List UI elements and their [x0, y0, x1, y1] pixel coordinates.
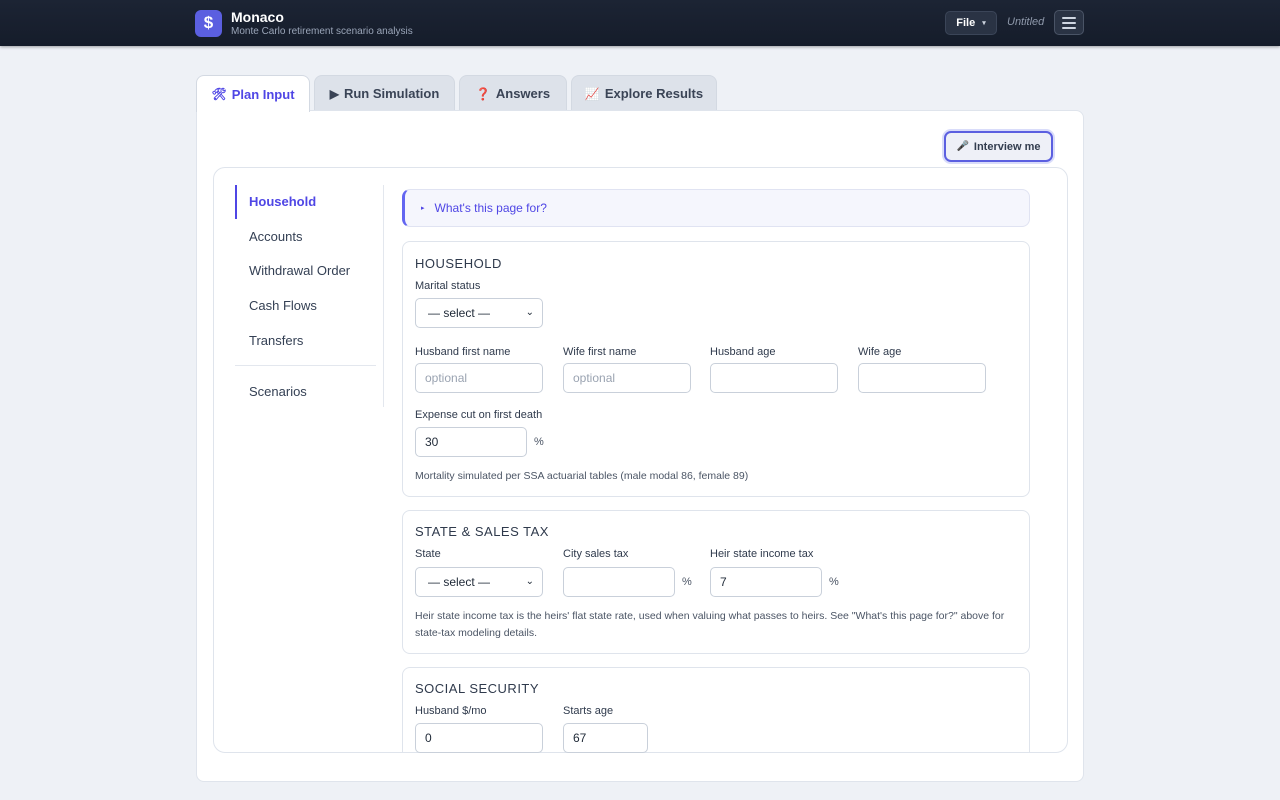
- husband-age-label: Husband age: [710, 346, 776, 358]
- sidenav-item-scenarios[interactable]: Scenarios: [235, 382, 307, 402]
- wife-name-input[interactable]: optional: [563, 363, 691, 393]
- state-sales-tax-section: STATE & SALES TAX State — select — ⌄ Cit…: [402, 510, 1030, 654]
- state-label: State: [415, 548, 441, 560]
- percent-unit: %: [682, 576, 692, 588]
- heir-tax-note-line-2: state-tax modeling details.: [415, 627, 537, 639]
- interview-me-button[interactable]: 🎤 Interview me: [944, 131, 1053, 162]
- husband-name-input[interactable]: optional: [415, 363, 543, 393]
- percent-unit: %: [829, 576, 839, 588]
- tab-run-simulation[interactable]: ▶ Run Simulation: [314, 75, 455, 111]
- hamburger-icon-line: [1062, 16, 1076, 19]
- state-select[interactable]: — select — ⌄: [415, 567, 543, 597]
- city-sales-tax-input[interactable]: [563, 567, 675, 597]
- play-icon: ▶: [329, 86, 339, 101]
- husband-name-label: Husband first name: [415, 346, 511, 358]
- select-value: — select —: [428, 306, 491, 320]
- section-title: STATE & SALES TAX: [415, 524, 549, 539]
- hamburger-icon-line: [1062, 21, 1076, 24]
- dollar-logo-icon: $: [195, 9, 222, 37]
- sidenav-item-cash-flows[interactable]: Cash Flows: [235, 296, 317, 316]
- sidenav-item-withdrawal-order[interactable]: Withdrawal Order: [235, 261, 350, 281]
- microphone-icon: 🎤: [956, 141, 969, 152]
- section-title: HOUSEHOLD: [415, 256, 502, 271]
- section-title: SOCIAL SECURITY: [415, 681, 540, 696]
- interview-label: Interview me: [973, 140, 1041, 153]
- heir-income-tax-label: Heir state income tax: [710, 548, 814, 560]
- tab-label: Explore Results: [604, 86, 704, 101]
- select-value: — select —: [428, 575, 491, 589]
- chevron-down-icon: ⌄: [525, 576, 534, 587]
- wife-age-label: Wife age: [858, 346, 902, 358]
- sidenav-item-household[interactable]: Household: [235, 185, 316, 219]
- heir-tax-note-line-1: Heir state income tax is the heirs' flat…: [415, 610, 1005, 622]
- tab-label: Answers: [495, 86, 551, 101]
- document-name: Untitled: [1007, 16, 1045, 28]
- sidenav-item-transfers[interactable]: Transfers: [235, 331, 303, 351]
- tools-icon: 🛠: [211, 87, 227, 101]
- file-menu-label: File: [956, 17, 976, 29]
- hamburger-menu-button[interactable]: [1054, 10, 1084, 35]
- husband-age-input[interactable]: [710, 363, 838, 393]
- wife-age-input[interactable]: [858, 363, 986, 393]
- percent-unit: %: [534, 436, 544, 448]
- app-name: Monaco: [231, 9, 284, 25]
- page-help-disclosure[interactable]: ▸ What's this page for?: [402, 189, 1030, 227]
- sidenav-item-accounts[interactable]: Accounts: [235, 227, 302, 247]
- sidenav-divider: [383, 185, 384, 407]
- city-sales-tax-label: City sales tax: [563, 548, 629, 560]
- heir-income-tax-input[interactable]: 7: [710, 567, 822, 597]
- husband-ss-input[interactable]: 0: [415, 723, 543, 753]
- help-label: What's this page for?: [434, 201, 547, 215]
- husband-ss-label: Husband $/mo: [415, 705, 487, 717]
- tab-explore-results[interactable]: 📈 Explore Results: [571, 75, 717, 111]
- expense-cut-input[interactable]: 30: [415, 427, 527, 457]
- social-security-section: SOCIAL SECURITY Husband $/mo 0 Starts ag…: [402, 667, 1030, 753]
- starts-age-input[interactable]: 67: [563, 723, 648, 753]
- app-header: $ Monaco Monte Carlo retirement scenario…: [0, 0, 1280, 46]
- household-section: HOUSEHOLD Marital status — select — ⌄ Hu…: [402, 241, 1030, 497]
- question-icon: ❓: [475, 86, 491, 101]
- starts-age-label: Starts age: [563, 705, 614, 717]
- chevron-down-icon: ⌄: [525, 307, 534, 318]
- app-subtitle: Monte Carlo retirement scenario analysis: [231, 26, 413, 37]
- tab-plan-input[interactable]: 🛠 Plan Input: [196, 75, 310, 112]
- mortality-note: Mortality simulated per SSA actuarial ta…: [415, 470, 749, 482]
- caret-down-icon: ▾: [982, 20, 986, 27]
- file-menu-button[interactable]: File ▾: [945, 11, 997, 35]
- expense-cut-label: Expense cut on first death: [415, 409, 543, 421]
- wife-name-label: Wife first name: [563, 346, 637, 358]
- disclosure-triangle-icon: ▸: [421, 205, 425, 212]
- brand: $ Monaco Monte Carlo retirement scenario…: [195, 9, 413, 37]
- tab-answers[interactable]: ❓ Answers: [459, 75, 567, 111]
- hamburger-icon-line: [1062, 26, 1076, 29]
- sidenav-separator: [235, 365, 376, 366]
- tab-label: Run Simulation: [343, 86, 440, 101]
- marital-status-label: Marital status: [415, 280, 481, 292]
- tab-label: Plan Input: [231, 86, 295, 102]
- marital-status-select[interactable]: — select — ⌄: [415, 298, 543, 328]
- chart-icon: 📈: [584, 86, 600, 101]
